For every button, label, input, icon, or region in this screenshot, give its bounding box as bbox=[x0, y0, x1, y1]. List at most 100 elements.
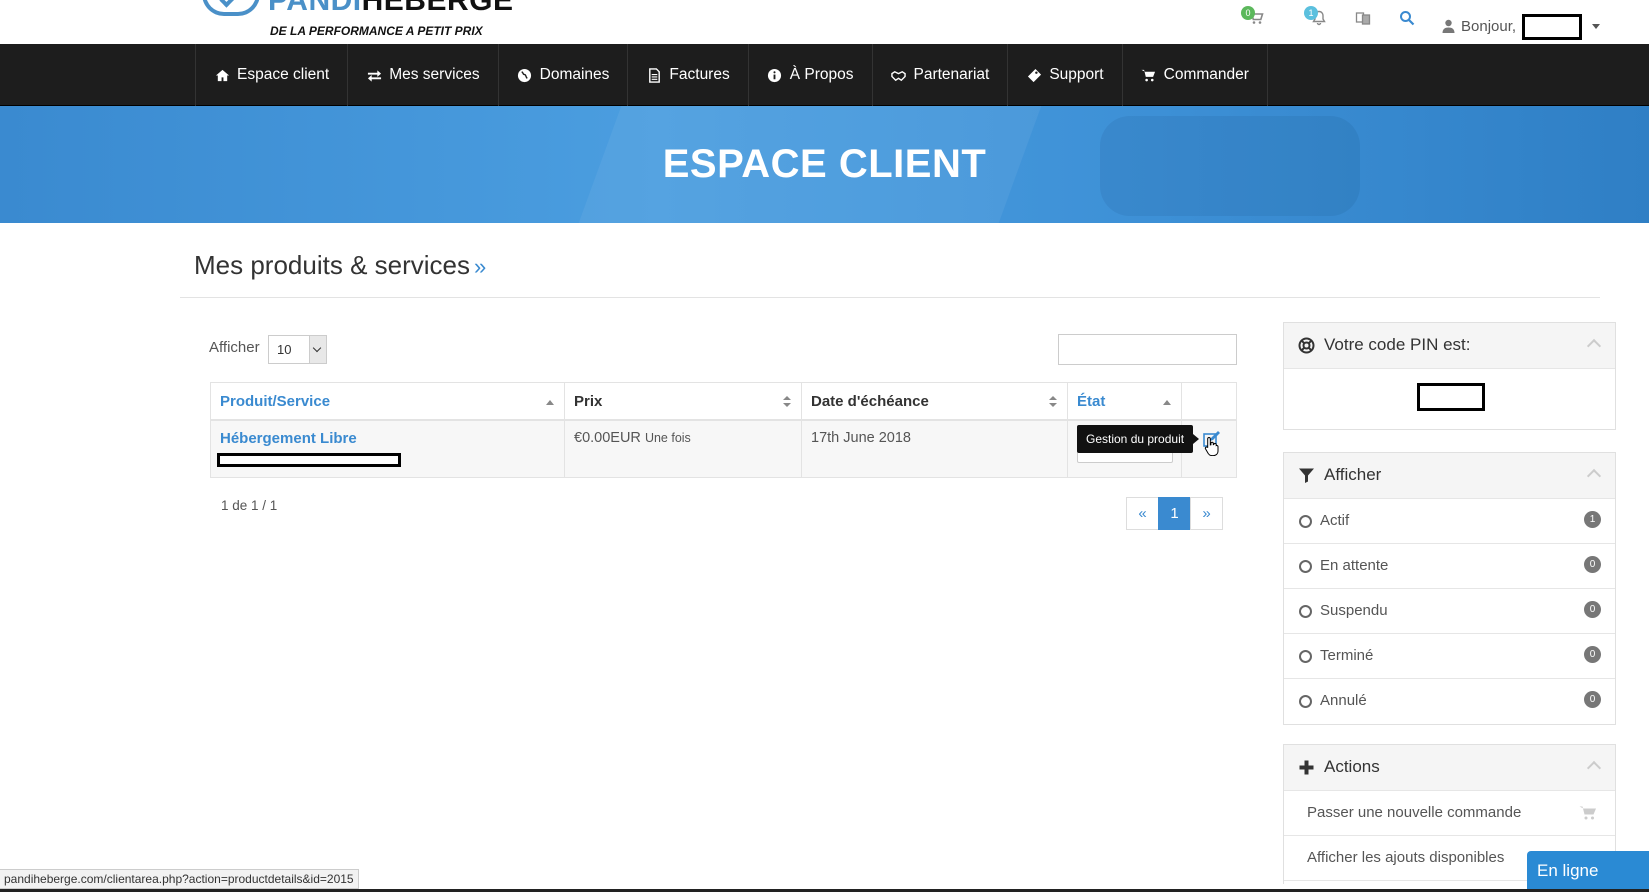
page-size-value: 10 bbox=[277, 342, 292, 357]
redacted-pin bbox=[1417, 383, 1485, 411]
pagination-next-button[interactable]: » bbox=[1190, 497, 1223, 530]
live-chat-button[interactable]: En ligne bbox=[1527, 851, 1649, 892]
filter-item-en-attente[interactable]: En attente 0 bbox=[1284, 544, 1615, 589]
count-badge: 0 bbox=[1584, 691, 1601, 708]
actions-panel-header[interactable]: Actions bbox=[1284, 745, 1615, 791]
user-greeting: Bonjour, bbox=[1461, 17, 1517, 35]
sort-icon bbox=[783, 396, 791, 408]
search-button[interactable] bbox=[1398, 10, 1416, 28]
nav-label: Commander bbox=[1163, 66, 1249, 83]
life-ring-icon bbox=[1298, 337, 1315, 354]
language-icon bbox=[1355, 12, 1371, 25]
circle-icon bbox=[1299, 605, 1312, 618]
count-badge: 1 bbox=[1584, 511, 1601, 528]
top-header: PANDIHEBERGE DE LA PERFORMANCE A PETIT P… bbox=[0, 0, 1649, 44]
user-menu[interactable]: Bonjour, bbox=[1442, 12, 1601, 40]
filter-label: Annulé bbox=[1320, 692, 1367, 709]
user-icon bbox=[1442, 19, 1455, 33]
chevron-up-icon[interactable] bbox=[1586, 760, 1602, 776]
page-size-select[interactable]: 10 bbox=[268, 335, 327, 364]
ticket-icon bbox=[1026, 67, 1042, 83]
filter-panel: Afficher Actif 1 En attente 0 Suspendu 0… bbox=[1283, 452, 1616, 725]
pagination-page-button[interactable]: 1 bbox=[1158, 497, 1191, 530]
cell-due-date: 17th June 2018 bbox=[802, 421, 1068, 477]
column-header-product[interactable]: Produit/Service bbox=[211, 383, 565, 421]
circle-icon bbox=[1299, 695, 1312, 708]
chevron-up-icon[interactable] bbox=[1586, 468, 1602, 484]
filter-icon bbox=[1299, 468, 1314, 483]
pin-panel-header[interactable]: Votre code PIN est: bbox=[1284, 323, 1615, 369]
count-badge: 0 bbox=[1584, 556, 1601, 573]
nav-item-commander[interactable]: Commander bbox=[1121, 44, 1268, 106]
circle-icon bbox=[1299, 560, 1312, 573]
divider bbox=[180, 297, 1600, 298]
notifications-button[interactable]: 1 bbox=[1304, 6, 1328, 28]
file-icon bbox=[646, 67, 662, 83]
cart-icon bbox=[1141, 67, 1157, 83]
nav-item-espace-client[interactable]: Espace client bbox=[195, 44, 347, 106]
price-value: €0.00EUR bbox=[574, 430, 641, 446]
column-header-status[interactable]: État bbox=[1068, 383, 1182, 421]
page-title-text: Mes produits & services bbox=[194, 250, 470, 280]
nav-label: À Propos bbox=[789, 66, 854, 83]
chevron-down-icon bbox=[1592, 23, 1601, 29]
pin-panel-title: Votre code PIN est: bbox=[1324, 335, 1471, 354]
redacted-username bbox=[1522, 14, 1583, 40]
browser-status-url: pandiheberge.com/clientarea.php?action=p… bbox=[0, 869, 359, 889]
count-badge: 0 bbox=[1584, 601, 1601, 618]
action-label: Afficher les ajouts disponibles bbox=[1307, 849, 1505, 866]
filter-item-termine[interactable]: Terminé 0 bbox=[1284, 634, 1615, 679]
page-banner: ESPACE CLIENT bbox=[0, 106, 1649, 223]
cart-button[interactable]: 0 bbox=[1241, 6, 1265, 28]
column-label: Date d'échéance bbox=[811, 393, 929, 410]
pagination: « 1 » bbox=[1126, 497, 1223, 530]
circle-icon bbox=[1299, 650, 1312, 663]
nav-label: Mes services bbox=[389, 66, 480, 83]
column-header-actions bbox=[1182, 383, 1238, 421]
column-label: Prix bbox=[574, 393, 603, 410]
chevron-up-icon[interactable] bbox=[1586, 338, 1602, 354]
pin-panel: Votre code PIN est: bbox=[1283, 322, 1616, 430]
info-icon bbox=[767, 67, 783, 83]
nav-item-mes-services[interactable]: Mes services bbox=[347, 44, 497, 106]
nav-label: Espace client bbox=[237, 66, 330, 83]
banner-title: ESPACE CLIENT bbox=[662, 142, 987, 186]
language-button[interactable] bbox=[1354, 10, 1372, 28]
filter-item-annule[interactable]: Annulé 0 bbox=[1284, 679, 1615, 724]
nav-item-a-propos[interactable]: À Propos bbox=[747, 44, 872, 106]
action-label: Passer une nouvelle commande bbox=[1307, 804, 1522, 821]
exchange-icon bbox=[366, 67, 382, 83]
count-badge: 0 bbox=[1584, 646, 1601, 663]
nav-item-partenariat[interactable]: Partenariat bbox=[871, 44, 1008, 106]
product-link[interactable]: Hébergement Libre bbox=[220, 430, 357, 447]
price-cycle: Une fois bbox=[644, 431, 691, 445]
filter-panel-header[interactable]: Afficher bbox=[1284, 453, 1615, 499]
pin-body bbox=[1284, 369, 1615, 429]
column-header-due-date[interactable]: Date d'échéance bbox=[802, 383, 1068, 421]
nav-item-factures[interactable]: Factures bbox=[627, 44, 747, 106]
cart-count-badge: 0 bbox=[1241, 6, 1255, 20]
redacted-domain bbox=[217, 453, 401, 467]
action-new-order[interactable]: Passer une nouvelle commande bbox=[1284, 791, 1615, 836]
site-logo[interactable]: PANDIHEBERGE DE LA PERFORMANCE A PETIT P… bbox=[200, 0, 513, 38]
cell-price: €0.00EUR Une fois bbox=[565, 421, 802, 477]
cart-icon bbox=[1579, 806, 1596, 820]
filter-item-actif[interactable]: Actif 1 bbox=[1284, 499, 1615, 544]
pagination-prev-button[interactable]: « bbox=[1126, 497, 1159, 530]
nav-item-support[interactable]: Support bbox=[1007, 44, 1121, 106]
cell-product: Hébergement Libre bbox=[211, 421, 565, 477]
main-nav: Espace client Mes services Domaines Fact… bbox=[0, 44, 1649, 106]
filter-label: Terminé bbox=[1320, 647, 1374, 664]
page-size-label: Afficher bbox=[209, 339, 260, 356]
chevron-down-icon bbox=[309, 336, 326, 363]
column-header-price[interactable]: Prix bbox=[565, 383, 802, 421]
sort-asc-icon bbox=[546, 400, 554, 405]
nav-label: Factures bbox=[669, 66, 730, 83]
globe-icon bbox=[517, 67, 533, 83]
page-title: Mes produits & services» bbox=[194, 250, 486, 281]
nav-item-domaines[interactable]: Domaines bbox=[497, 44, 628, 106]
filter-label: Actif bbox=[1320, 512, 1350, 529]
table-search-input[interactable] bbox=[1058, 334, 1237, 365]
hand-cursor-icon bbox=[1204, 436, 1219, 456]
filter-item-suspendu[interactable]: Suspendu 0 bbox=[1284, 589, 1615, 634]
